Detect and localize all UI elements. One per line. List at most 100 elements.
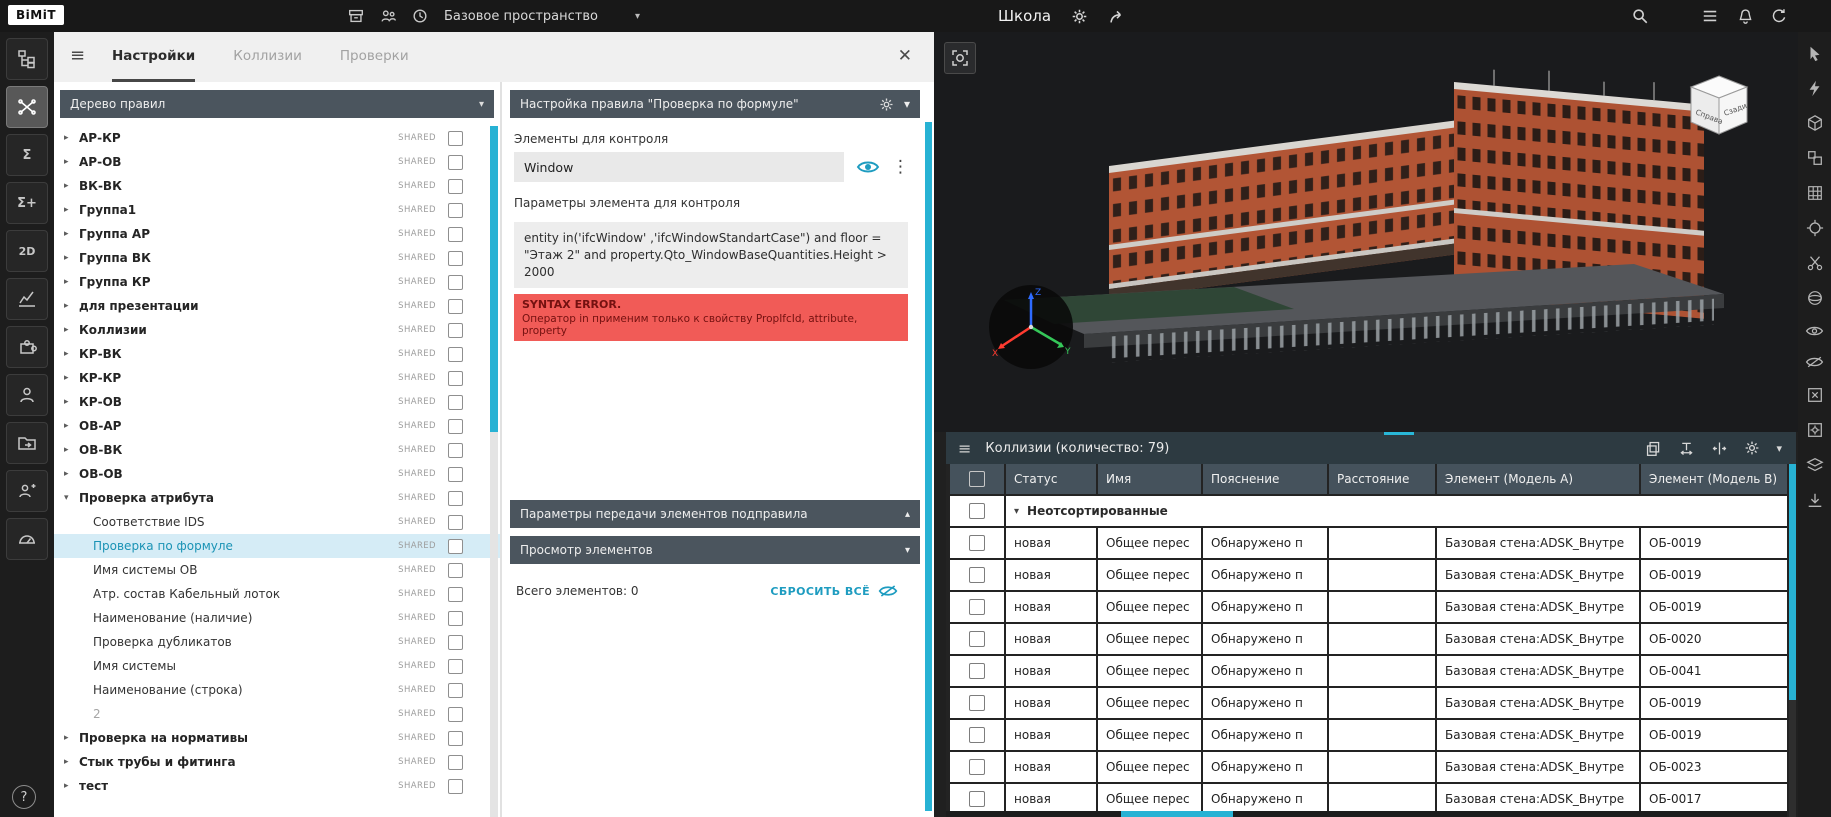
sync-history-icon[interactable] xyxy=(1769,6,1789,26)
rule-tree-item[interactable]: ▸тестSHARED xyxy=(54,774,500,798)
chevron-right-icon[interactable]: ▸ xyxy=(64,133,79,143)
close-icon[interactable]: ✕ xyxy=(898,46,912,66)
3d-viewport[interactable]: Справа Сзади X Y Z xyxy=(934,32,1798,432)
collapse-panel-chevron-icon[interactable]: ▾ xyxy=(1776,442,1782,455)
rule-checkbox[interactable] xyxy=(448,323,463,338)
grid-icon[interactable] xyxy=(1806,184,1824,202)
chevron-right-icon[interactable]: ▸ xyxy=(64,733,79,743)
export-download-icon[interactable] xyxy=(1806,491,1824,509)
team-icon[interactable] xyxy=(378,6,398,26)
settings-scrollbar[interactable] xyxy=(925,122,932,811)
rule-checkbox[interactable] xyxy=(448,227,463,242)
2d-view-button[interactable]: 2D xyxy=(6,230,48,272)
rules-tree-header[interactable]: Дерево правил ▾ xyxy=(60,90,494,118)
row-checkbox[interactable] xyxy=(969,503,985,519)
rule-checkbox[interactable] xyxy=(448,419,463,434)
row-checkbox[interactable] xyxy=(969,471,985,487)
gear-icon[interactable] xyxy=(879,97,894,112)
row-checkbox[interactable] xyxy=(969,535,985,551)
sigma-button[interactable]: Σ xyxy=(6,134,48,176)
collisions-horizontal-scrollbar[interactable] xyxy=(946,811,1787,817)
rule-tree-item[interactable]: Наименование (наличие)SHARED xyxy=(54,606,500,630)
dashboard-gauge-button[interactable] xyxy=(6,518,48,560)
tab-collisions[interactable]: Коллизии xyxy=(233,32,302,82)
clash-check-button[interactable] xyxy=(6,86,48,128)
rule-tree-item[interactable]: Проверка дубликатовSHARED xyxy=(54,630,500,654)
rule-checkbox[interactable] xyxy=(448,203,463,218)
navigation-cube[interactable]: Справа Сзади xyxy=(1683,70,1755,142)
rule-checkbox[interactable] xyxy=(448,755,463,770)
section-scissors-icon[interactable] xyxy=(1806,254,1824,272)
rule-tree-item[interactable]: ▸Группа1SHARED xyxy=(54,198,500,222)
orbit-sphere-icon[interactable] xyxy=(1806,289,1824,307)
rule-checkbox[interactable] xyxy=(448,491,463,506)
chevron-right-icon[interactable]: ▸ xyxy=(64,253,79,263)
row-checkbox[interactable] xyxy=(969,727,985,743)
cube-icon[interactable] xyxy=(1806,114,1824,132)
scrollbar-thumb[interactable] xyxy=(1789,464,1796,700)
rule-tree-item[interactable]: ▸ОВ-ОВSHARED xyxy=(54,462,500,486)
lightning-icon[interactable] xyxy=(1806,79,1824,97)
panel-resize-grip[interactable] xyxy=(1384,432,1414,435)
row-checkbox[interactable] xyxy=(969,695,985,711)
chevron-right-icon[interactable]: ▸ xyxy=(64,781,79,791)
rule-tree-item[interactable]: Соответствие IDSSHARED xyxy=(54,510,500,534)
rule-tree-item[interactable]: Атр. состав Кабельный лотокSHARED xyxy=(54,582,500,606)
project-settings-gear-icon[interactable] xyxy=(1071,8,1088,25)
target-icon[interactable] xyxy=(1806,219,1824,237)
rule-tree-item[interactable]: ▸АР-ОВSHARED xyxy=(54,150,500,174)
chevron-down-icon[interactable]: ▾ xyxy=(1014,506,1019,517)
reset-all-button[interactable]: СБРОСИТЬ ВСЁ xyxy=(770,584,898,598)
copy-rows-icon[interactable] xyxy=(1645,440,1662,457)
chevron-right-icon[interactable]: ▸ xyxy=(64,301,79,311)
eye-off-icon[interactable] xyxy=(1805,355,1824,369)
chevron-right-icon[interactable]: ▸ xyxy=(64,157,79,167)
rule-tree-item[interactable]: ▸ОВ-ВКSHARED xyxy=(54,438,500,462)
distribute-columns-icon[interactable] xyxy=(1711,440,1728,457)
chevron-down-icon[interactable]: ▾ xyxy=(64,493,79,503)
rule-tree-item[interactable]: Проверка по формулеSHARED xyxy=(54,534,500,558)
rule-tree-item[interactable]: ▸АР-КРSHARED xyxy=(54,126,500,150)
rule-tree-item[interactable]: ▸КР-ВКSHARED xyxy=(54,342,500,366)
rule-tree-item[interactable]: ▸Группа АРSHARED xyxy=(54,222,500,246)
rules-tree-scrollbar[interactable] xyxy=(490,126,498,817)
rule-checkbox[interactable] xyxy=(448,443,463,458)
row-checkbox[interactable] xyxy=(969,631,985,647)
rule-checkbox[interactable] xyxy=(448,347,463,362)
rule-checkbox[interactable] xyxy=(448,683,463,698)
column-header[interactable]: Статус xyxy=(1006,464,1096,494)
rule-checkbox[interactable] xyxy=(448,539,463,554)
chevron-right-icon[interactable]: ▸ xyxy=(64,229,79,239)
collisions-vertical-scrollbar[interactable] xyxy=(1789,464,1796,817)
rule-checkbox[interactable] xyxy=(448,563,463,578)
select-cursor-icon[interactable] xyxy=(1806,44,1824,62)
row-checkbox[interactable] xyxy=(969,663,985,679)
sigma-plus-button[interactable]: Σ+ xyxy=(6,182,48,224)
chevron-right-icon[interactable]: ▸ xyxy=(64,757,79,767)
chevron-right-icon[interactable]: ▸ xyxy=(64,349,79,359)
column-header[interactable]: Имя xyxy=(1098,464,1201,494)
fit-columns-icon[interactable] xyxy=(1678,440,1695,457)
chevron-right-icon[interactable]: ▸ xyxy=(64,421,79,431)
user-button[interactable] xyxy=(6,374,48,416)
rule-settings-header[interactable]: Настройка правила "Проверка по формуле" … xyxy=(510,90,920,118)
rule-tree-item[interactable]: Наименование (строка)SHARED xyxy=(54,678,500,702)
tab-checks[interactable]: Проверки xyxy=(340,32,409,82)
workspace-selector[interactable]: Базовое пространство ▾ xyxy=(444,0,640,32)
rule-checkbox[interactable] xyxy=(448,611,463,626)
column-header[interactable]: Элемент (Модель B) xyxy=(1641,464,1787,494)
rule-tree-item[interactable]: Имя системы ОВSHARED xyxy=(54,558,500,582)
rule-tree-item[interactable]: ▸Проверка на нормативыSHARED xyxy=(54,726,500,750)
elements-input[interactable] xyxy=(514,152,844,182)
row-checkbox[interactable] xyxy=(969,791,985,807)
rule-checkbox[interactable] xyxy=(448,395,463,410)
rule-checkbox[interactable] xyxy=(448,587,463,602)
rule-tree-item[interactable]: ▸ВК-ВКSHARED xyxy=(54,174,500,198)
panel-menu-icon[interactable]: ≡ xyxy=(70,45,85,66)
chevron-right-icon[interactable]: ▸ xyxy=(64,325,79,335)
chevron-right-icon[interactable]: ▸ xyxy=(64,373,79,383)
tab-settings[interactable]: Настройки xyxy=(112,32,195,82)
rule-tree-item[interactable]: ▸Стык трубы и фитингаSHARED xyxy=(54,750,500,774)
layers-icon[interactable] xyxy=(1806,456,1824,474)
list-icon[interactable] xyxy=(1700,6,1720,26)
